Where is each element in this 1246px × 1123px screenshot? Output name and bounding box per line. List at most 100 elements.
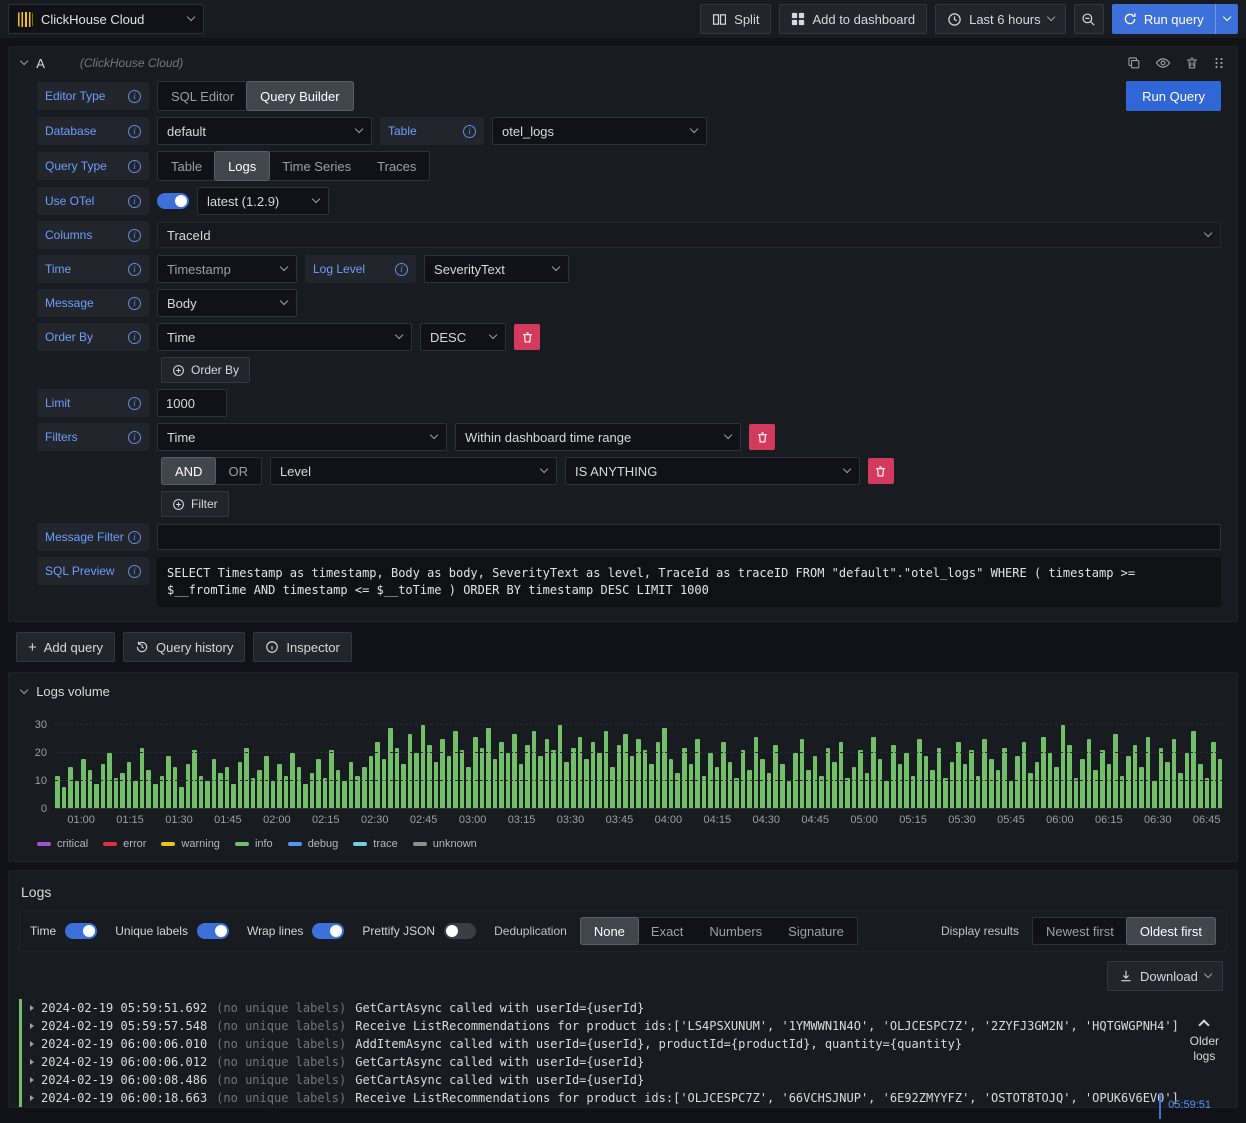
volume-bar[interactable] — [714, 767, 720, 809]
volume-bar[interactable] — [348, 761, 354, 809]
volume-bar[interactable] — [205, 781, 210, 809]
add-order-by-button[interactable]: Order By — [161, 357, 251, 383]
volume-bar[interactable] — [257, 769, 262, 809]
log-row[interactable]: 2024-02-19 06:00:08.486 (no unique labels… — [19, 1071, 1227, 1089]
display-option-oldest-first[interactable]: Oldest first — [1126, 918, 1215, 944]
volume-bar[interactable] — [793, 753, 798, 809]
dedup-option-signature[interactable]: Signature — [775, 918, 857, 944]
volume-bar[interactable] — [662, 728, 667, 809]
volume-bar[interactable] — [244, 747, 249, 809]
volume-bar[interactable] — [864, 772, 870, 809]
filter-level-select[interactable]: Level — [269, 457, 557, 485]
drag-handle-icon[interactable] — [1213, 57, 1225, 69]
volume-bar[interactable] — [675, 772, 680, 809]
volume-bar[interactable] — [753, 736, 759, 809]
add-query-button[interactable]: + Add query — [16, 632, 116, 662]
volume-bar[interactable] — [466, 767, 471, 809]
volume-bar[interactable] — [668, 758, 674, 809]
editor-type-option-sql-editor[interactable]: SQL Editor — [158, 82, 247, 110]
otel-version-select[interactable]: latest (1.2.9) — [197, 187, 329, 215]
volume-bar[interactable] — [1067, 744, 1072, 809]
volume-bar[interactable] — [897, 764, 903, 809]
volume-bar[interactable] — [1073, 778, 1079, 809]
info-icon[interactable]: i — [395, 262, 409, 276]
volume-bar[interactable] — [433, 761, 439, 809]
volume-bar[interactable] — [1217, 758, 1223, 809]
volume-bar[interactable] — [786, 781, 792, 809]
collapse-chevron-icon[interactable] — [19, 685, 29, 695]
volume-bar[interactable] — [1034, 761, 1040, 809]
volume-bar[interactable] — [1028, 772, 1033, 809]
query-type-option-logs[interactable]: Logs — [215, 152, 270, 180]
info-icon[interactable]: i — [128, 89, 141, 103]
volume-bar[interactable] — [773, 744, 778, 809]
zoom-out-button[interactable] — [1073, 4, 1104, 34]
volume-bar[interactable] — [303, 783, 308, 809]
volume-bar[interactable] — [277, 764, 282, 809]
volume-bar[interactable] — [1047, 753, 1053, 809]
volume-bar[interactable] — [388, 728, 393, 809]
volume-bar[interactable] — [570, 747, 576, 809]
info-icon[interactable]: i — [128, 296, 141, 310]
volume-bar[interactable] — [231, 783, 236, 809]
message-filter-input[interactable] — [157, 524, 1221, 550]
deduplication-toggle[interactable]: None Exact Numbers Signature — [579, 917, 858, 945]
volume-bar[interactable] — [113, 778, 119, 809]
log-row[interactable]: 2024-02-19 05:59:51.692 (no unique labels… — [19, 999, 1227, 1017]
volume-bar[interactable] — [414, 753, 419, 809]
volume-bar[interactable] — [891, 744, 896, 809]
query-type-option-traces[interactable]: Traces — [364, 152, 429, 180]
inspector-button[interactable]: Inspector — [253, 632, 352, 662]
toggle-unique-labels[interactable] — [196, 923, 229, 939]
split-button[interactable]: Split — [700, 4, 772, 34]
volume-bar[interactable] — [87, 769, 93, 809]
expand-row-icon[interactable] — [30, 1005, 34, 1011]
volume-bar[interactable] — [695, 739, 700, 809]
volume-bar[interactable] — [1060, 725, 1066, 809]
volume-bar[interactable] — [629, 756, 635, 809]
editor-type-toggle[interactable]: SQL Editor Query Builder — [157, 81, 354, 111]
editor-type-option-query-builder[interactable]: Query Builder — [247, 82, 353, 110]
use-otel-toggle[interactable] — [157, 193, 189, 209]
volume-bar[interactable] — [146, 769, 151, 809]
info-icon[interactable]: i — [128, 564, 141, 578]
volume-bar[interactable] — [518, 764, 524, 809]
volume-bar[interactable] — [1191, 730, 1196, 809]
volume-bar[interactable] — [479, 747, 485, 809]
toggle-time[interactable] — [65, 923, 98, 939]
volume-bar[interactable] — [603, 730, 609, 809]
volume-bar[interactable] — [871, 736, 876, 809]
order-by-field-select[interactable]: Time — [157, 323, 412, 351]
query-history-button[interactable]: Query history — [123, 632, 246, 662]
volume-bar[interactable] — [1145, 736, 1151, 809]
volume-bar[interactable] — [224, 767, 230, 809]
older-logs-button[interactable]: Older logs — [1190, 1019, 1219, 1064]
expand-row-icon[interactable] — [30, 1077, 34, 1083]
volume-bar[interactable] — [623, 733, 628, 809]
time-range-picker[interactable]: Last 6 hours — [935, 4, 1066, 34]
volume-bar[interactable] — [1054, 767, 1059, 809]
volume-bar[interactable] — [290, 753, 295, 809]
volume-bar[interactable] — [877, 758, 883, 809]
volume-bar[interactable] — [361, 767, 367, 809]
info-icon[interactable]: i — [463, 124, 476, 138]
volume-bar[interactable] — [166, 756, 171, 809]
volume-bar[interactable] — [264, 756, 269, 809]
info-icon[interactable]: i — [128, 124, 141, 138]
info-icon[interactable]: i — [128, 430, 141, 444]
info-icon[interactable]: i — [128, 262, 141, 276]
volume-bar[interactable] — [779, 764, 785, 809]
columns-select[interactable]: TraceId — [157, 222, 1221, 248]
dedup-option-numbers[interactable]: Numbers — [696, 918, 775, 944]
toggle-wrap-lines[interactable] — [312, 923, 345, 939]
volume-bar[interactable] — [649, 764, 654, 809]
volume-bar[interactable] — [335, 769, 341, 809]
hide-response-eye-icon[interactable] — [1155, 55, 1171, 71]
expand-row-icon[interactable] — [30, 1023, 34, 1029]
volume-bar[interactable] — [473, 736, 478, 809]
volume-bar[interactable] — [342, 781, 347, 809]
volume-bar[interactable] — [930, 769, 935, 809]
volume-bar[interactable] — [584, 758, 589, 809]
database-select[interactable]: default — [157, 117, 372, 145]
remove-filter-condition-button[interactable] — [867, 458, 894, 484]
